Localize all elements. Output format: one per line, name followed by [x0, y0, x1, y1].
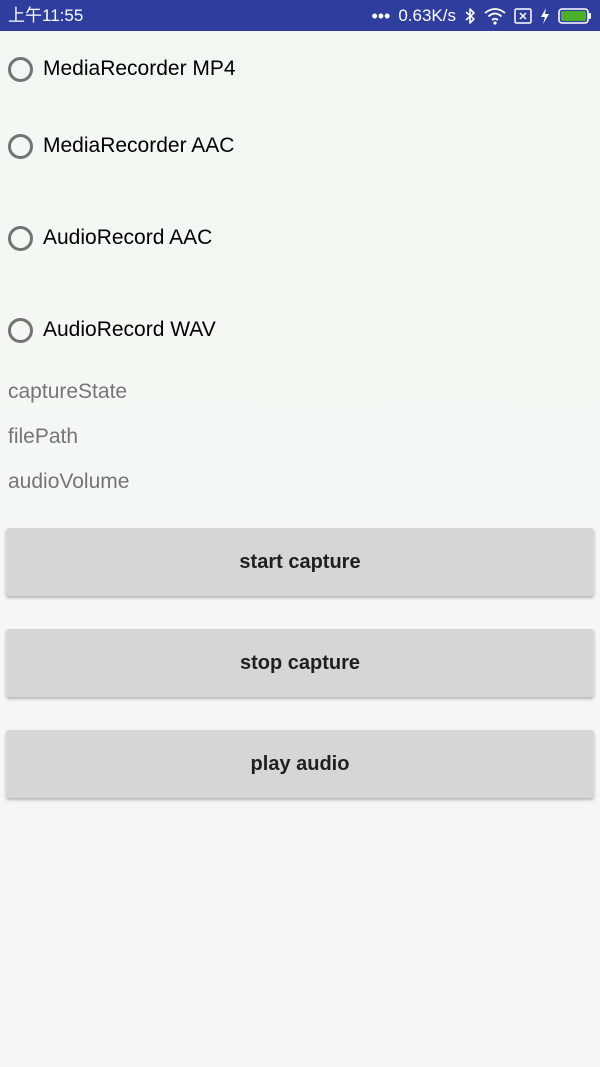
- wifi-icon: [484, 7, 506, 25]
- radio-button-icon[interactable]: [8, 225, 33, 251]
- status-bar: 上午11:55 ••• 0.63K/s: [0, 0, 600, 31]
- radio-audiorecord-wav[interactable]: AudioRecord WAV: [8, 312, 216, 348]
- charging-icon: [540, 7, 550, 25]
- radio-label: AudioRecord WAV: [43, 318, 216, 341]
- play-audio-button[interactable]: play audio: [6, 730, 594, 798]
- options-panel: [0, 31, 600, 517]
- audio-volume-text: audioVolume: [8, 470, 130, 493]
- radio-audiorecord-aac[interactable]: AudioRecord AAC: [8, 220, 212, 256]
- radio-button-icon[interactable]: [8, 317, 33, 343]
- file-path-text: filePath: [8, 425, 79, 448]
- radio-label: MediaRecorder AAC: [43, 134, 235, 157]
- start-capture-button[interactable]: start capture: [6, 528, 594, 596]
- app-content: MediaRecorder MP4 MediaRecorder AAC Audi…: [0, 31, 600, 1067]
- status-time: 上午11:55: [8, 6, 84, 25]
- capture-state-text: captureState: [8, 380, 128, 403]
- more-dots-icon: •••: [371, 6, 391, 26]
- radio-button-icon[interactable]: [8, 133, 33, 159]
- radio-label: MediaRecorder MP4: [43, 57, 236, 80]
- network-speed: 0.63K/s: [398, 6, 456, 25]
- stop-capture-button[interactable]: stop capture: [6, 629, 594, 697]
- radio-mediarecorder-mp4[interactable]: MediaRecorder MP4: [8, 51, 236, 87]
- radio-button-icon[interactable]: [8, 56, 33, 82]
- radio-mediarecorder-aac[interactable]: MediaRecorder AAC: [8, 128, 234, 164]
- status-icons: ••• 0.63K/s: [371, 5, 592, 27]
- battery-icon: [558, 8, 592, 24]
- bluetooth-icon: [464, 7, 476, 25]
- radio-label: AudioRecord AAC: [43, 226, 213, 249]
- sim-off-icon: [514, 8, 532, 24]
